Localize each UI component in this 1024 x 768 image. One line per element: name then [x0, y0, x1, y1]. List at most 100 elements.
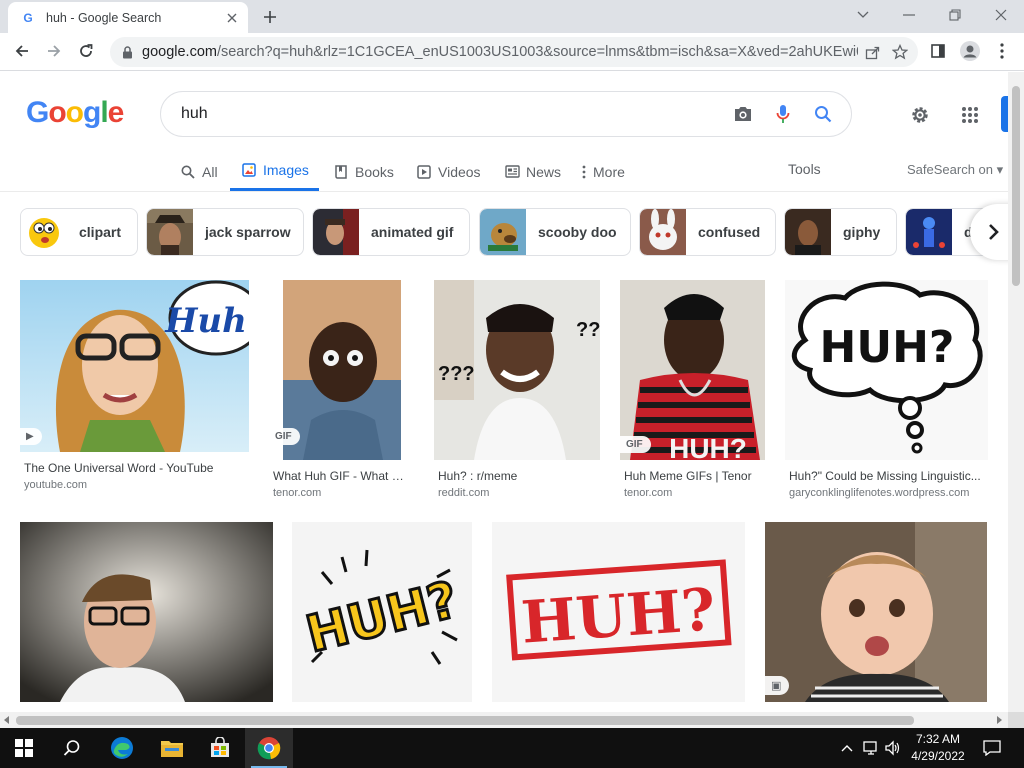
result-source[interactable]: reddit.com [438, 487, 598, 499]
camera-search-icon[interactable] [723, 94, 763, 134]
close-window-icon[interactable] [978, 0, 1024, 30]
tab-label: Books [355, 163, 394, 180]
profile-avatar-icon[interactable] [956, 37, 984, 65]
vertical-scrollbar-thumb[interactable] [1012, 86, 1020, 286]
chip-confused[interactable]: confused [639, 208, 776, 256]
share-icon[interactable] [858, 38, 886, 66]
settings-gear-icon[interactable] [905, 100, 935, 130]
network-icon[interactable] [862, 738, 880, 758]
address-bar[interactable]: google.com/search?q=huh&rlz=1C1GCEA_enUS… [110, 37, 918, 67]
chip-giphy[interactable]: giphy [784, 208, 897, 256]
result-title[interactable]: What Huh GIF - What Huh Huh Meme... [273, 469, 409, 483]
scroll-right-icon[interactable] [996, 716, 1002, 724]
taskbar-search-button[interactable] [48, 728, 96, 768]
horizontal-scrollbar[interactable] [0, 712, 1008, 728]
search-icon[interactable] [803, 94, 843, 134]
search-box[interactable]: huh [160, 91, 852, 137]
taskbar-store[interactable] [196, 728, 244, 768]
side-panel-icon[interactable] [924, 37, 952, 65]
image-result[interactable]: HUH? GIF Huh Meme GIFs | Tenor tenor.com [620, 280, 765, 500]
image-result[interactable]: ??? ??? Huh? : r/meme reddit.com [434, 280, 600, 500]
google-logo[interactable]: Google [26, 96, 124, 130]
image-result[interactable]: HUH? [492, 522, 745, 712]
tab-more[interactable]: More [580, 152, 625, 191]
result-source[interactable]: garyconklinglifenotes.wordpress.com [789, 487, 988, 499]
result-source[interactable]: tenor.com [273, 487, 409, 499]
taskbar-chrome[interactable] [245, 728, 293, 768]
svg-text:G: G [23, 11, 32, 25]
url-text[interactable]: google.com/search?q=huh&rlz=1C1GCEA_enUS… [142, 44, 858, 60]
taskbar-file-explorer[interactable] [148, 728, 196, 768]
result-thumbnail: HUH? [620, 280, 765, 460]
system-clock[interactable]: 7:32 AM 4/29/2022 [904, 731, 972, 765]
thumbnail-caption-text: HUH? [820, 322, 955, 373]
forward-icon[interactable] [40, 37, 68, 65]
tab-search-icon[interactable] [840, 0, 886, 30]
reload-icon[interactable] [72, 37, 100, 65]
browser-tab[interactable]: G huh - Google Search [8, 2, 248, 33]
menu-dots-icon[interactable] [988, 37, 1016, 65]
new-tab-button[interactable] [258, 6, 282, 28]
chip-animated-gif[interactable]: animated gif [312, 208, 470, 256]
edge-browser-icon [111, 737, 133, 759]
chip-thumbnail [480, 209, 526, 255]
thumbnail-caption-text: HUH? [519, 575, 717, 656]
chip-thumbnail [147, 209, 193, 255]
image-result[interactable]: HUH? Huh?" Could be Missing Linguistic..… [785, 280, 988, 500]
thumbnail-caption-text: ??? [576, 319, 600, 341]
search-input[interactable]: huh [161, 105, 723, 123]
notifications-icon[interactable] [982, 738, 1002, 758]
apps-grid-icon[interactable] [955, 100, 985, 130]
result-title[interactable]: Huh?" Could be Missing Linguistic... [789, 469, 985, 483]
tab-books[interactable]: Books [333, 152, 394, 191]
back-icon[interactable] [8, 37, 36, 65]
image-result[interactable]: GIF What Huh GIF - What Huh Huh Meme... … [269, 280, 411, 500]
lock-icon[interactable] [120, 45, 134, 59]
scroll-left-icon[interactable] [4, 716, 10, 724]
chip-scooby-doo[interactable]: scooby doo [479, 208, 631, 256]
close-tab-icon[interactable] [222, 8, 242, 28]
windows-taskbar: 7:32 AM 4/29/2022 [0, 728, 1024, 768]
tab-images[interactable]: Images [230, 152, 319, 191]
image-icon [241, 162, 257, 178]
chrome-icon [257, 737, 281, 760]
tab-all[interactable]: All [180, 152, 218, 191]
chip-clipart[interactable]: clipart [20, 208, 138, 256]
image-result[interactable]: HUH? [292, 522, 472, 712]
image-result[interactable] [20, 522, 273, 712]
tab-videos[interactable]: Videos [416, 152, 481, 191]
play-icon [416, 164, 432, 180]
safesearch-toggle[interactable]: SafeSearch on ▾ [907, 162, 1003, 178]
horizontal-scrollbar-thumb[interactable] [16, 716, 914, 725]
microphone-icon[interactable] [763, 94, 803, 134]
start-button[interactable] [0, 728, 48, 768]
result-thumbnail [20, 522, 273, 702]
tab-title: huh - Google Search [46, 10, 162, 25]
tools-button[interactable]: Tools [788, 161, 821, 177]
logo-letter: l [100, 96, 108, 129]
result-source[interactable]: tenor.com [624, 487, 764, 499]
image-result[interactable]: ▣ [765, 522, 987, 712]
result-title[interactable]: The One Universal Word - YouTube [24, 461, 246, 475]
taskbar-edge[interactable] [98, 728, 146, 768]
google-images-page: Google huh All Images Books Videos News … [0, 72, 1008, 712]
chip-jack-sparrow[interactable]: jack sparrow [146, 208, 304, 256]
result-title[interactable]: Huh? : r/meme [438, 469, 598, 483]
show-hidden-icons-chevron-icon[interactable] [838, 738, 856, 758]
result-title[interactable]: Huh Meme GIFs | Tenor [624, 469, 764, 483]
restore-icon[interactable] [932, 0, 978, 30]
result-source[interactable]: youtube.com [24, 479, 246, 491]
image-result[interactable]: Huh? ▶ The One Universal Word - YouTube … [20, 280, 249, 500]
bookmark-star-icon[interactable] [886, 38, 914, 66]
vertical-scrollbar[interactable] [1008, 72, 1024, 712]
chip-label: scooby doo [538, 224, 617, 240]
url-host: google.com [142, 44, 217, 60]
safesearch-label: SafeSearch on [907, 162, 994, 177]
tab-label: More [593, 163, 625, 180]
account-button-edge[interactable] [1001, 96, 1008, 132]
minimize-icon[interactable] [886, 0, 932, 30]
tab-news[interactable]: News [504, 152, 561, 191]
volume-icon[interactable] [884, 738, 902, 758]
tab-strip: G huh - Google Search [0, 0, 1024, 33]
logo-letter: g [83, 96, 101, 129]
